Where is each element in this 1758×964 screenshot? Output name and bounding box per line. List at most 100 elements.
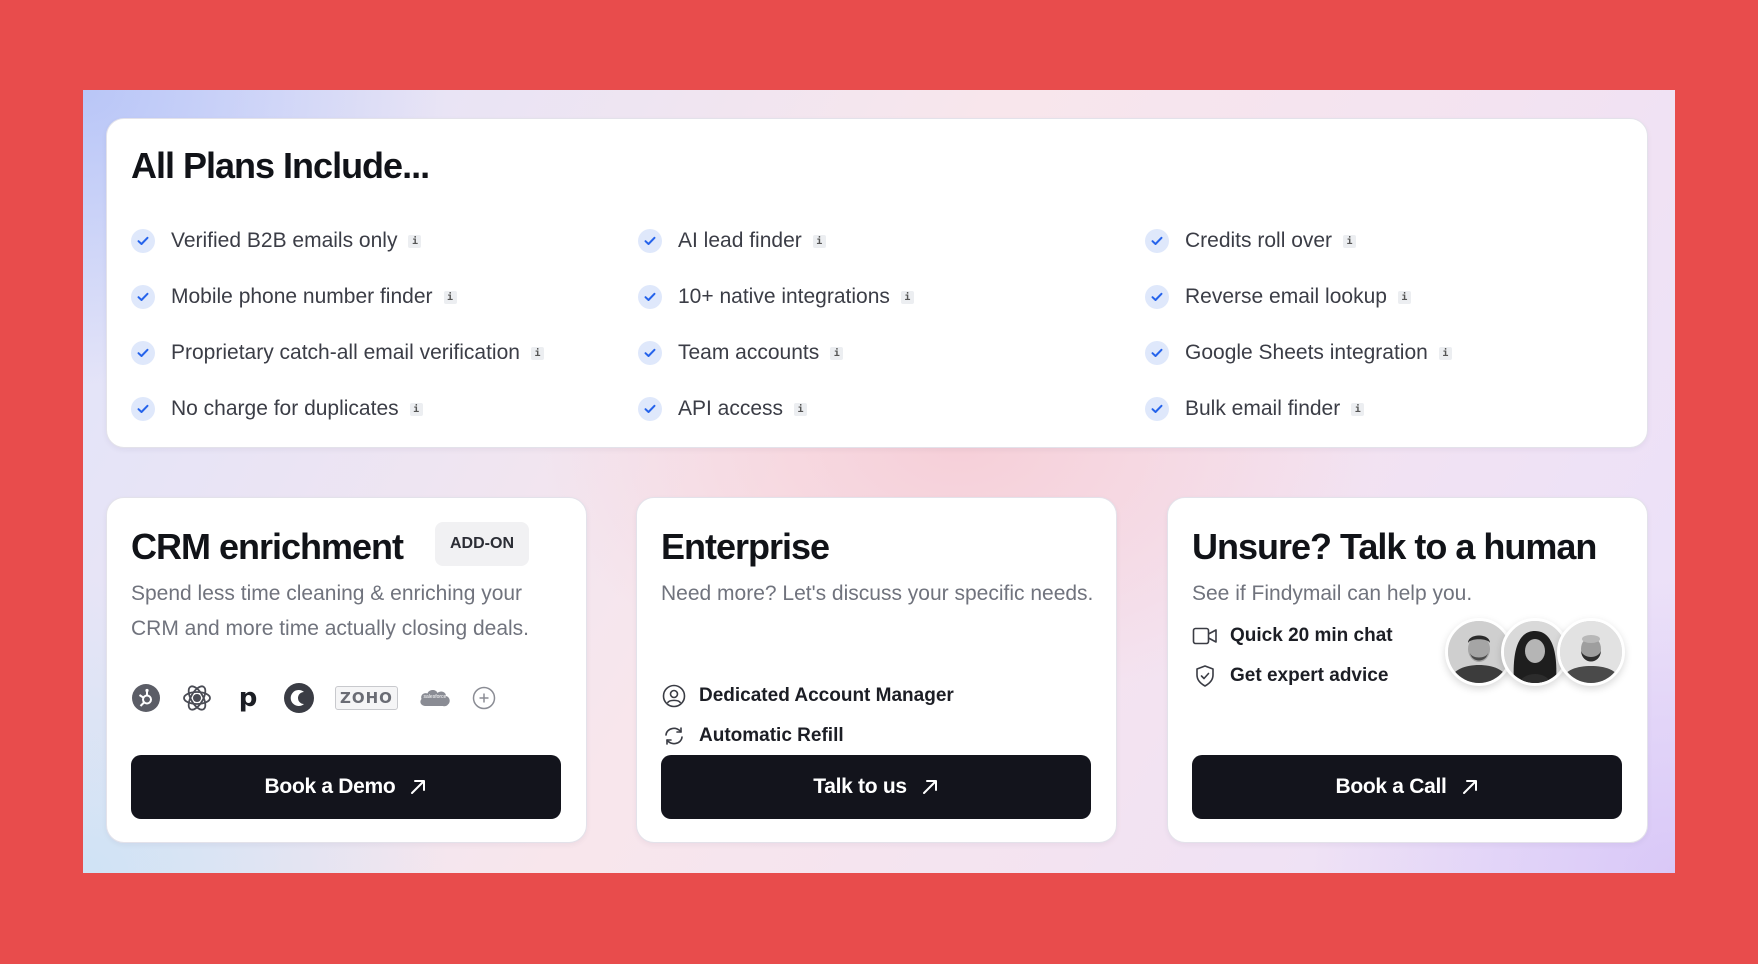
enterprise-title: Enterprise [661, 526, 830, 567]
info-icon[interactable]: i [830, 346, 844, 360]
all-plans-card: All Plans Include... Verified B2B emails… [106, 118, 1648, 448]
pipedrive-logo: p [233, 685, 263, 711]
detail-item: Quick 20 min chat [1192, 622, 1393, 650]
feature-item: Team accounts i [638, 339, 914, 367]
crm-description: Spend less time cleaning & enriching you… [131, 582, 529, 640]
refresh-icon [661, 723, 687, 749]
zoho-logo: ZOHO [335, 686, 398, 710]
check-icon [638, 285, 662, 309]
check-icon [1145, 397, 1169, 421]
feature-item: Bulk email finder i [1145, 395, 1452, 423]
crm-title: CRM enrichment [131, 526, 404, 567]
feature-label: Google Sheets integration [1185, 341, 1428, 364]
enterprise-details: Dedicated Account Manager Automatic Refi… [661, 682, 954, 762]
features-column-1: Verified B2B emails only i Mobile phone n… [131, 227, 544, 451]
pricing-section: All Plans Include... Verified B2B emails… [83, 90, 1675, 873]
check-icon [638, 397, 662, 421]
info-icon[interactable]: i [409, 402, 423, 416]
feature-item: Reverse email lookup i [1145, 283, 1452, 311]
feature-item: Credits roll over i [1145, 227, 1452, 255]
feature-label: Mobile phone number finder [171, 285, 433, 308]
arrow-up-right-icon [409, 778, 427, 796]
add-on-badge: ADD-ON [435, 522, 529, 566]
detail-label: Quick 20 min chat [1230, 625, 1393, 646]
shield-check-icon [1192, 663, 1218, 689]
feature-label: AI lead finder [678, 229, 802, 252]
feature-item: 10+ native integrations i [638, 283, 914, 311]
check-icon [638, 341, 662, 365]
book-call-button[interactable]: Book a Call [1192, 755, 1622, 819]
advisor-avatars [1445, 618, 1625, 686]
crm-enrichment-card: CRM enrichment ADD-ON Spend less time cl… [106, 497, 587, 843]
detail-label: Get expert advice [1230, 665, 1389, 686]
feature-label: API access [678, 397, 784, 420]
book-call-label: Book a Call [1335, 775, 1447, 798]
salesforce-logo-text: salesforce [423, 694, 447, 700]
salesforce-logo: salesforce [418, 686, 452, 710]
detail-item: Get expert advice [1192, 662, 1393, 690]
check-icon [131, 229, 155, 253]
feature-label: Bulk email finder [1185, 397, 1341, 420]
talk-to-us-label: Talk to us [813, 775, 907, 798]
enterprise-card: Enterprise Need more? Let's discuss your… [636, 497, 1117, 843]
arrow-up-right-icon [921, 778, 939, 796]
enterprise-description: Need more? Let's discuss your specific n… [661, 582, 1094, 605]
info-icon[interactable]: i [1343, 234, 1357, 248]
features-column-2: AI lead finder i 10+ native integrations i… [638, 227, 914, 451]
info-icon[interactable]: i [900, 290, 914, 304]
hubspot-logo [131, 683, 161, 713]
info-icon[interactable]: i [408, 234, 422, 248]
detail-item: Automatic Refill [661, 722, 954, 750]
avatar [1557, 618, 1625, 686]
crm-logos: p ZOHO salesforce [131, 682, 496, 714]
detail-label: Automatic Refill [699, 725, 844, 746]
info-icon[interactable]: i [443, 290, 457, 304]
zoho-logo-text: ZOHO [335, 686, 398, 710]
video-icon [1192, 623, 1218, 649]
copper-logo [181, 682, 213, 714]
feature-item: API access i [638, 395, 914, 423]
feature-label: Reverse email lookup [1185, 285, 1387, 308]
pipedrive-logo-letter: p [238, 683, 258, 713]
feature-item: Google Sheets integration i [1145, 339, 1452, 367]
feature-label: Verified B2B emails only [171, 229, 398, 252]
feature-label: Team accounts [678, 341, 820, 364]
info-icon[interactable]: i [1438, 346, 1452, 360]
human-title: Unsure? Talk to a human [1192, 526, 1597, 567]
arrow-up-right-icon [1461, 778, 1479, 796]
user-circle-icon [661, 683, 687, 709]
feature-item: Verified B2B emails only i [131, 227, 544, 255]
features-column-3: Credits roll over i Reverse email lookup i… [1145, 227, 1452, 451]
check-icon [131, 397, 155, 421]
human-description: See if Findymail can help you. [1192, 582, 1473, 605]
talk-to-us-button[interactable]: Talk to us [661, 755, 1091, 819]
check-icon [131, 285, 155, 309]
close-logo [283, 682, 315, 714]
detail-item: Dedicated Account Manager [661, 682, 954, 710]
feature-item: Mobile phone number finder i [131, 283, 544, 311]
feature-item: No charge for duplicates i [131, 395, 544, 423]
info-icon[interactable]: i [530, 346, 544, 360]
check-icon [1145, 229, 1169, 253]
check-icon [131, 341, 155, 365]
book-demo-button[interactable]: Book a Demo [131, 755, 561, 819]
info-icon[interactable]: i [1351, 402, 1365, 416]
check-icon [1145, 285, 1169, 309]
feature-label: 10+ native integrations [678, 285, 890, 308]
info-icon[interactable]: i [1397, 290, 1411, 304]
check-icon [638, 229, 662, 253]
feature-item: AI lead finder i [638, 227, 914, 255]
feature-item: Proprietary catch-all email verification… [131, 339, 544, 367]
add-more-icon[interactable] [472, 686, 496, 710]
check-icon [1145, 341, 1169, 365]
detail-label: Dedicated Account Manager [699, 685, 954, 706]
info-icon[interactable]: i [794, 402, 808, 416]
book-demo-label: Book a Demo [264, 775, 396, 798]
feature-label: No charge for duplicates [171, 397, 399, 420]
all-plans-title: All Plans Include... [131, 145, 430, 186]
talk-to-human-card: Unsure? Talk to a human See if Findymail… [1167, 497, 1648, 843]
feature-label: Proprietary catch-all email verification [171, 341, 520, 364]
info-icon[interactable]: i [812, 234, 826, 248]
human-details: Quick 20 min chat Get expert advice [1192, 622, 1393, 702]
feature-label: Credits roll over [1185, 229, 1333, 252]
